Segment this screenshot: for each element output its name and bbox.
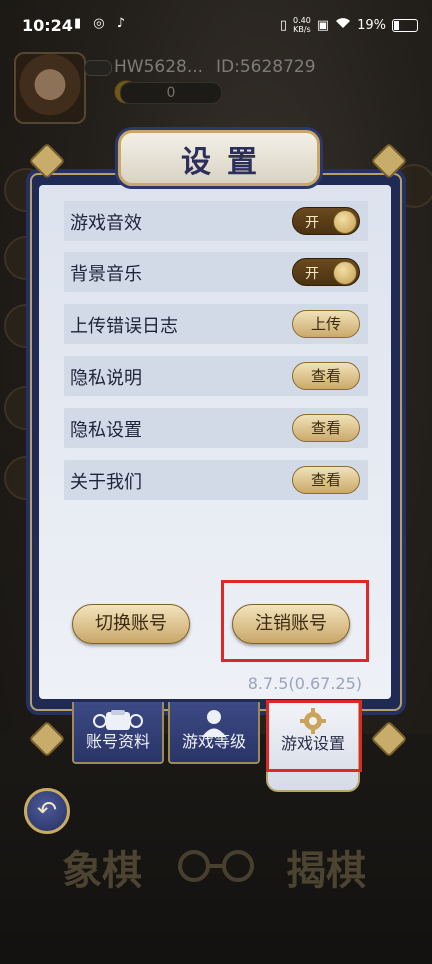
switch-account-button[interactable]: 切换账号 — [72, 604, 190, 644]
net-speed-unit: KB/s — [293, 25, 311, 34]
highlight-box-delete-account — [221, 580, 369, 662]
row-label: 隐私设置 — [70, 420, 142, 441]
row-label: 关于我们 — [70, 472, 142, 493]
logo-xiangqi: 象棋 — [62, 847, 142, 894]
row-sound-effects: 游戏音效 开 — [64, 201, 368, 241]
net-speed: 0.40 KB/s — [293, 16, 311, 34]
status-bar: 10:24 ▮ ◎ ♪ ▯ 0.40 KB/s ▣ 19% — [0, 0, 432, 52]
logo-ornament-icon — [178, 850, 254, 882]
toggle-state: 开 — [305, 215, 319, 231]
toggle-state: 开 — [305, 266, 319, 282]
dialog-title-plaque: 设置 — [118, 130, 320, 186]
background-music-toggle[interactable]: 开 — [292, 258, 360, 286]
highlight-box-game-settings — [266, 700, 362, 772]
tab-label: 账号资料 — [85, 732, 150, 751]
vibrate-icon: ▯ — [279, 17, 287, 33]
wifi-icon — [335, 17, 351, 33]
row-upload-error-log: 上传错误日志 上传 — [64, 304, 368, 344]
dialog-title: 设置 — [181, 145, 273, 180]
status-right: ▯ 0.40 KB/s ▣ 19% — [280, 16, 418, 34]
row-privacy-statement: 隐私说明 查看 — [64, 356, 368, 396]
sim-icon: ▣ — [316, 17, 330, 33]
back-button[interactable]: ↶ — [24, 788, 70, 834]
net-speed-value: 0.40 — [292, 16, 311, 25]
row-privacy-settings: 隐私设置 查看 — [64, 408, 368, 448]
upload-log-button[interactable]: 上传 — [292, 310, 360, 338]
logo-jieqi: 揭棋 — [286, 847, 366, 894]
battery-percent: 19% — [357, 17, 386, 33]
tab-label: 游戏等级 — [181, 732, 246, 751]
view-about-us-button[interactable]: 查看 — [292, 466, 360, 494]
tab-game-level[interactable]: 游戏等级 — [168, 702, 260, 764]
back-arrow-icon: ↶ — [36, 796, 58, 824]
row-label: 游戏音效 — [70, 213, 142, 234]
toggle-knob — [333, 261, 357, 285]
version-label: 8.7.5(0.67.25) — [247, 674, 362, 693]
status-time: 10:24 — [22, 16, 73, 35]
tab-account-profile[interactable]: 账号资料 — [72, 702, 164, 764]
row-about-us: 关于我们 查看 — [64, 460, 368, 500]
row-label: 背景音乐 — [70, 264, 142, 285]
view-privacy-settings-button[interactable]: 查看 — [292, 414, 360, 442]
notification-icons: ▮ ◎ ♪ — [74, 16, 130, 31]
row-background-music: 背景音乐 开 — [64, 252, 368, 292]
view-privacy-statement-button[interactable]: 查看 — [292, 362, 360, 390]
battery-icon — [392, 18, 418, 32]
toggle-knob — [333, 210, 357, 234]
row-label: 隐私说明 — [70, 368, 142, 389]
sound-effects-toggle[interactable]: 开 — [292, 207, 360, 235]
row-label: 上传错误日志 — [70, 316, 178, 337]
